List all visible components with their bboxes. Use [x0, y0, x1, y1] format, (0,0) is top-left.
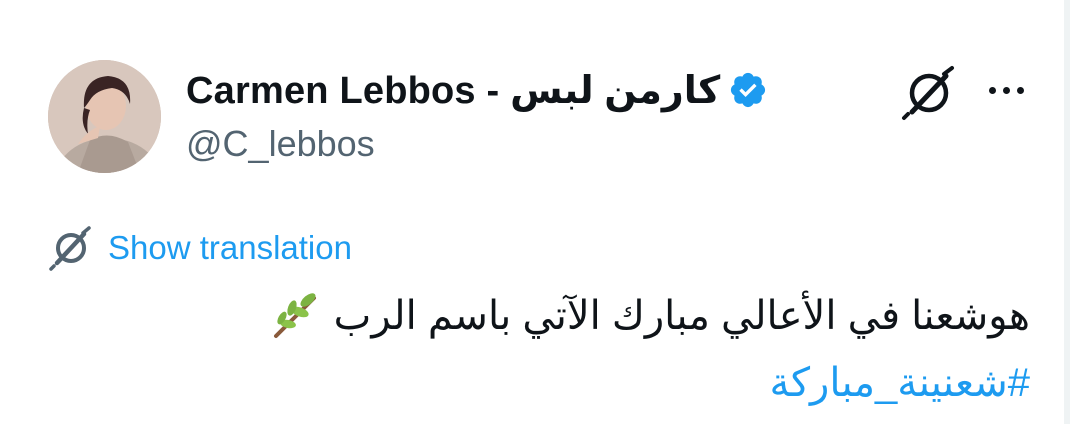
tweet-body: هوشعنا في الأعالي مبارك الآتي باسم الرب [333, 294, 1030, 338]
show-translation-link[interactable]: Show translation [108, 229, 352, 267]
author-handle[interactable]: @C_lebbos [186, 123, 375, 165]
dot [1002, 86, 1010, 94]
more-options-icon[interactable] [980, 74, 1032, 106]
verified-badge-icon [728, 70, 768, 110]
scroll-edge [1064, 0, 1070, 424]
olive-branch-icon [270, 290, 322, 342]
grok-icon[interactable] [900, 64, 958, 122]
display-name[interactable]: Carmen Lebbos - كارمن لبس [186, 68, 720, 113]
dot [988, 86, 996, 94]
tweet-card: Carmen Lebbos - كارمن لبس @C_lebbos Show… [0, 0, 1070, 424]
translate-icon [48, 225, 94, 271]
author-name-row[interactable]: Carmen Lebbos - كارمن لبس [186, 66, 768, 114]
tweet-text: هوشعنا في الأعالي مبارك الآتي باسم الرب [270, 290, 1030, 342]
hashtag-link[interactable]: #شعنينة_مباركة [770, 360, 1030, 406]
avatar[interactable] [48, 60, 161, 173]
show-translation-row[interactable]: Show translation [48, 225, 352, 271]
dot [1016, 86, 1024, 94]
